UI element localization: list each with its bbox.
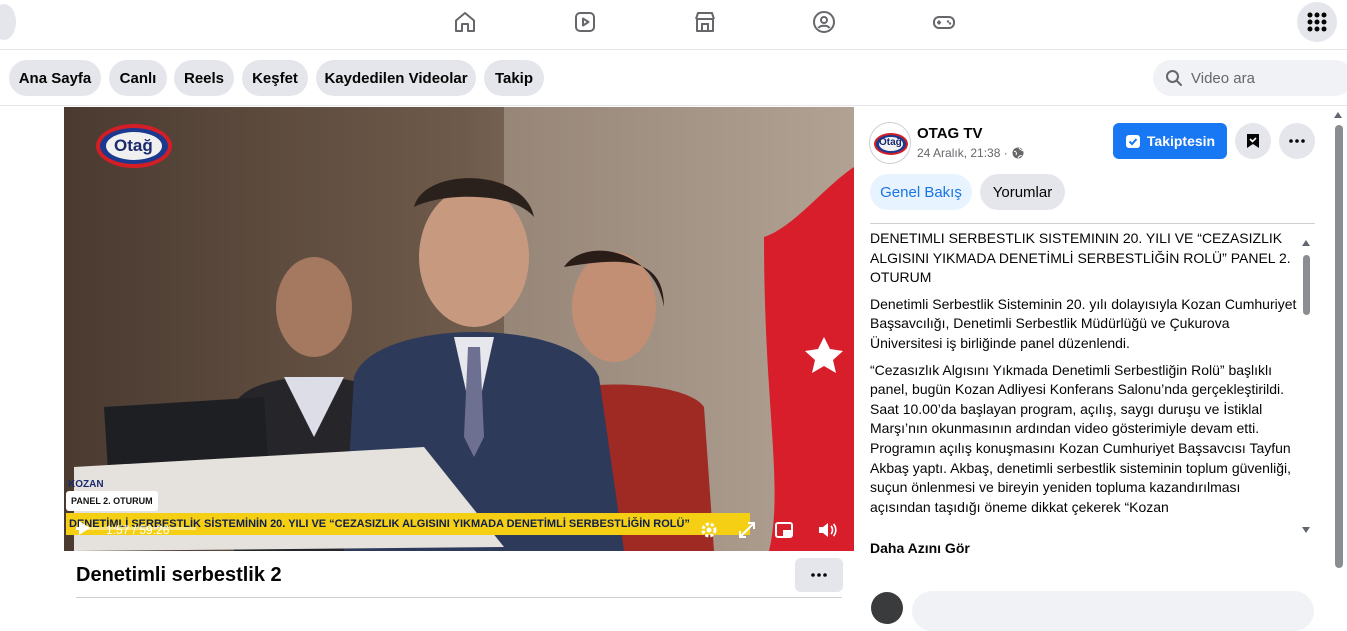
description-paragraph: Saat 10.00’da başlayan program, açılış, … <box>870 400 1291 515</box>
description-paragraph: “Cezasızlık Algısını Yıkmada Denetimli S… <box>870 361 1285 398</box>
globe-icon <box>1012 147 1024 159</box>
video-player[interactable]: Otağ KOZAN PANEL 2. OTURUM DENETİMLİ SER… <box>64 107 854 551</box>
chyron-tag: PANEL 2. OTURUM <box>66 491 158 511</box>
more-icon <box>1289 139 1305 143</box>
side-caption: KOZAN <box>68 479 104 490</box>
video-description: DENETİMLİ SERBESTLİK SİSTEMİNİN 20. YILI… <box>870 232 1300 538</box>
tab-genel-bakis[interactable]: Genel Bakış <box>870 174 972 210</box>
home-icon[interactable] <box>453 10 477 34</box>
title-more-button[interactable] <box>795 558 843 592</box>
video-title: Denetimli serbestlik 2 <box>76 564 282 586</box>
pill-ana-sayfa[interactable]: Ana Sayfa <box>9 60 101 96</box>
description-heading: DENETİMLİ SERBESTLİK SİSTEMİNİN 20. YILI… <box>870 232 1291 286</box>
volume-icon <box>819 523 837 537</box>
comment-input[interactable] <box>912 591 1314 631</box>
video-icon[interactable] <box>573 10 597 34</box>
page-name[interactable]: OTAG TV <box>917 125 983 142</box>
description-paragraph: Denetimli Serbestlik Sisteminin 20. yılı… <box>870 295 1297 351</box>
video-search[interactable] <box>1153 60 1347 96</box>
post-date[interactable]: 24 Aralık, 21:38 · <box>917 146 1008 160</box>
panel-scroll-up[interactable] <box>1334 112 1342 118</box>
avatar <box>871 592 903 624</box>
page-avatar[interactable]: Otağ <box>869 122 911 164</box>
video-subnav: Ana Sayfa Canlı Reels Keşfet Kaydedilen … <box>0 50 1347 106</box>
tab-yorumlar[interactable]: Yorumlar <box>980 174 1065 210</box>
pip-button[interactable] <box>773 519 795 541</box>
left-edge-button[interactable] <box>0 4 16 40</box>
divider <box>76 597 842 598</box>
post-meta: 24 Aralık, 21:38 · <box>917 146 1024 160</box>
top-navigation <box>0 0 1347 50</box>
divider <box>870 223 1315 224</box>
menu-grid-button[interactable] <box>1297 2 1337 42</box>
volume-button[interactable] <box>816 519 838 541</box>
groups-icon[interactable] <box>812 10 836 34</box>
avatar-logo-text: Otağ <box>879 137 902 148</box>
play-icon <box>79 521 90 535</box>
more-icon <box>811 573 827 577</box>
see-less-link[interactable]: Daha Azını Gör <box>870 540 970 556</box>
panel-scrollbar[interactable] <box>1335 125 1343 568</box>
search-input[interactable] <box>1191 69 1347 87</box>
following-icon <box>1125 135 1140 148</box>
pill-reels[interactable]: Reels <box>174 60 234 96</box>
following-button[interactable]: Takiptesin <box>1113 123 1227 159</box>
description-scroll-down[interactable] <box>1302 527 1310 533</box>
picture-in-picture-icon <box>775 522 793 538</box>
save-button[interactable] <box>1235 123 1271 159</box>
description-scroll-up[interactable] <box>1302 240 1310 246</box>
expand-icon <box>739 522 755 538</box>
grid-icon <box>1307 12 1327 32</box>
pill-canli[interactable]: Canlı <box>109 60 167 96</box>
settings-button[interactable] <box>698 519 720 541</box>
pill-kesfet[interactable]: Keşfet <box>242 60 308 96</box>
fullscreen-button[interactable] <box>736 519 758 541</box>
video-logo: Otağ <box>114 136 153 155</box>
description-scrollbar[interactable] <box>1303 255 1310 315</box>
more-options-button[interactable] <box>1279 123 1315 159</box>
gaming-icon[interactable] <box>932 10 956 34</box>
marketplace-icon[interactable] <box>693 10 717 34</box>
gear-icon <box>701 522 717 538</box>
search-icon <box>1166 70 1182 86</box>
video-frame <box>64 107 854 551</box>
following-label: Takiptesin <box>1146 133 1216 149</box>
pill-kaydedilen-videolar[interactable]: Kaydedilen Videolar <box>316 60 476 96</box>
play-button[interactable] <box>76 520 92 536</box>
bookmark-icon <box>1247 134 1259 148</box>
pill-takip[interactable]: Takip <box>484 60 544 96</box>
video-time: 1:57 / 59:26 <box>106 523 170 537</box>
